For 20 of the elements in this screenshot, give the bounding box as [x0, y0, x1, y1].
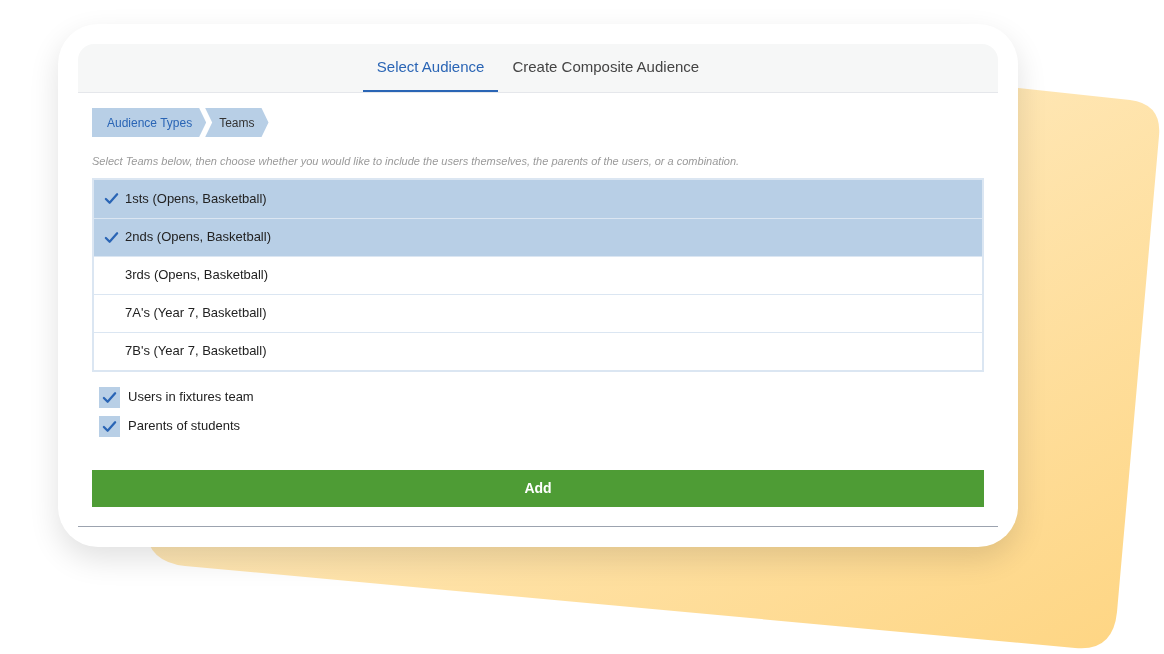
- tab[interactable]: Create Composite Audience: [498, 44, 714, 92]
- checkmark-icon: [102, 418, 117, 434]
- team-label: 1sts (Opens, Basketball): [125, 189, 267, 208]
- checkbox[interactable]: [99, 386, 120, 408]
- checkmark-icon: [104, 191, 119, 206]
- team-list-item[interactable]: 2nds (Opens, Basketball): [94, 217, 982, 256]
- team-label: 7B's (Year 7, Basketball): [125, 342, 267, 361]
- team-label: 2nds (Opens, Basketball): [125, 228, 271, 247]
- checkbox[interactable]: [99, 415, 120, 437]
- team-label: 3rds (Opens, Basketball): [125, 266, 269, 285]
- team-label: 7A's (Year 7, Basketball): [125, 304, 267, 323]
- tab[interactable]: Select Audience: [362, 44, 499, 92]
- checkbox-label: Users in fixtures team: [128, 388, 254, 407]
- checkbox-label: Parents of students: [128, 417, 240, 436]
- checkmark-icon: [104, 229, 119, 245]
- breadcrumb-link[interactable]: Audience Types: [92, 108, 207, 137]
- checkmark-icon: [102, 389, 117, 405]
- team-list-item[interactable]: 1sts (Opens, Basketball): [94, 179, 982, 218]
- breadcrumb-link[interactable]: Teams: [205, 108, 269, 137]
- instruction-text: Select Teams below, then choose whether you would like to include the users themselves, the parents of the users, or a combination.: [92, 154, 741, 169]
